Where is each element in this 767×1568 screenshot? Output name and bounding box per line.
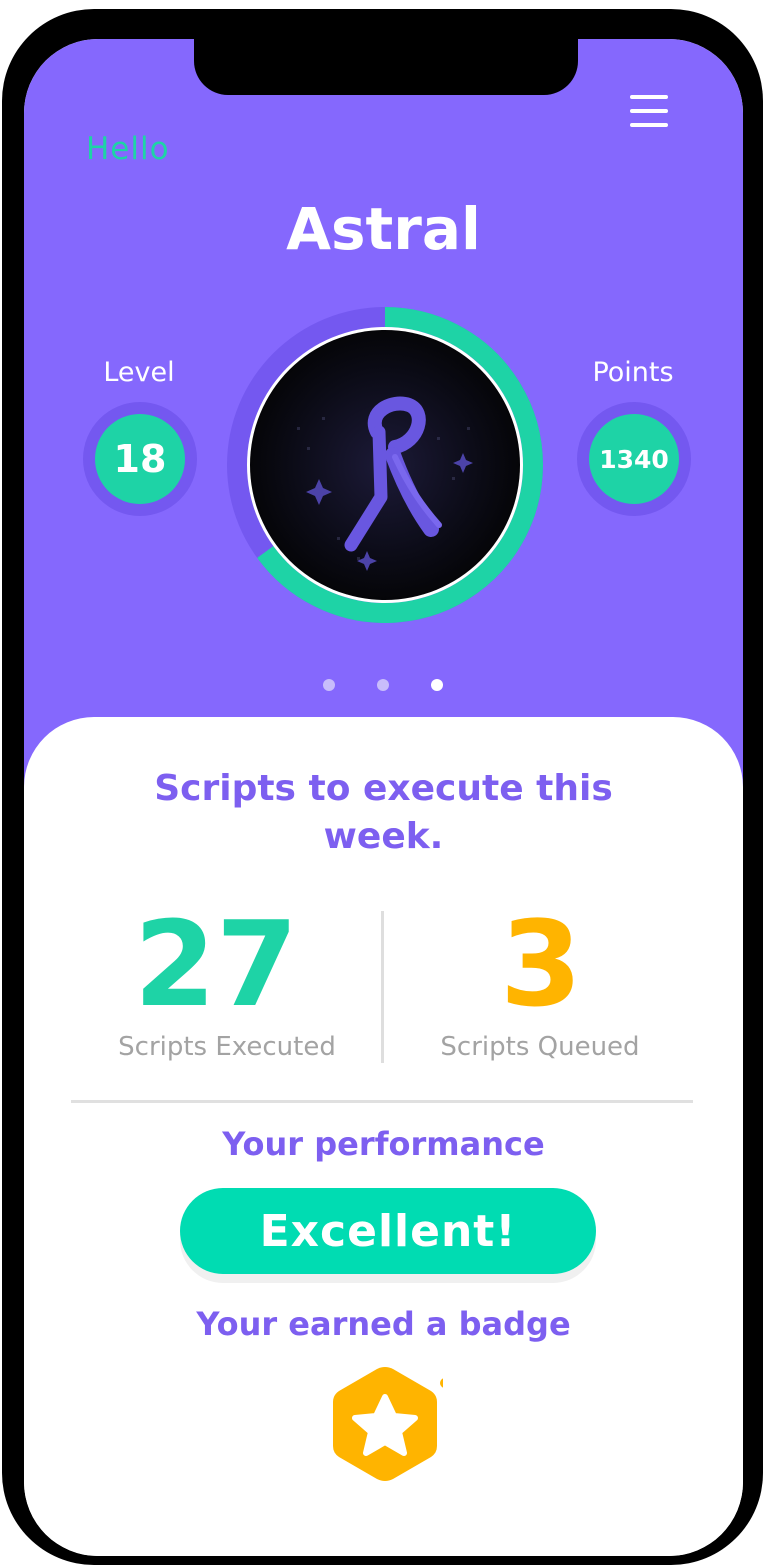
profile-header: Hello Astral Level 18 Points 1340 [24,39,743,799]
queued-label: Scripts Queued [440,1032,640,1062]
level-value: 18 [95,414,185,504]
stats-divider [381,911,384,1063]
badge-title: Your earned a badge [196,1305,571,1343]
pager-dot-1[interactable] [323,679,335,691]
executed-count: 27 [133,895,299,1033]
level-badge: 18 [83,402,197,516]
weekly-summary-card: Scripts to execute this week. 27 Scripts… [24,717,743,1556]
level-label: Level [103,357,175,388]
pager-dot-2[interactable] [377,679,389,691]
badge-notification-dot [440,1378,443,1388]
star-badge-icon[interactable] [327,1363,443,1485]
performance-rating-button[interactable]: Excellent! [180,1188,596,1274]
queued-count: 3 [499,895,583,1033]
app-screen: Hello Astral Level 18 Points 1340 Script… [24,39,743,1556]
weekly-title-line2: week. [323,816,444,857]
avatar-progress-ring [227,307,543,623]
weekly-title: Scripts to execute this week. [24,765,743,861]
weekly-title-line1: Scripts to execute this [154,768,613,809]
executed-label: Scripts Executed [118,1032,336,1062]
points-badge: 1340 [577,402,691,516]
device-notch [194,39,578,95]
performance-title: Your performance [222,1125,545,1163]
hamburger-menu-icon[interactable] [630,95,668,129]
phone-frame: Hello Astral Level 18 Points 1340 Script… [2,9,763,1565]
username-title: Astral [286,195,481,263]
avatar[interactable] [227,307,543,623]
greeting-text: Hello [86,131,170,167]
points-value: 1340 [589,414,679,504]
section-divider [71,1100,693,1103]
points-label: Points [592,357,674,388]
pager-dot-3-active[interactable] [431,679,443,691]
